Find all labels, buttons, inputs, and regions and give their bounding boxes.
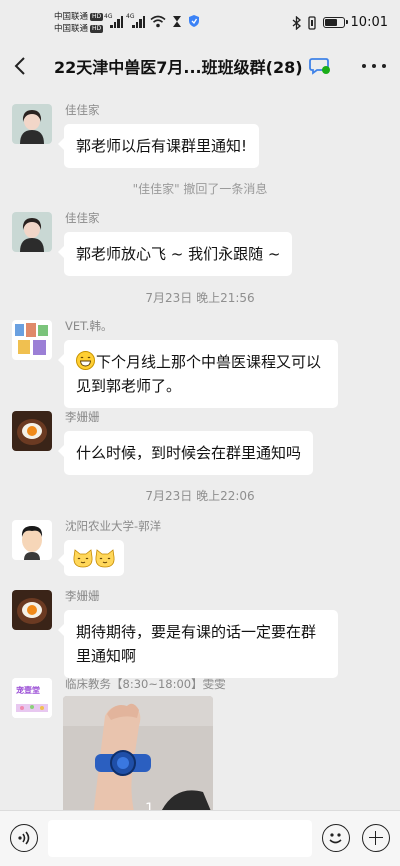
bluetooth-icon: [292, 15, 301, 30]
avatar[interactable]: [12, 320, 52, 360]
plus-button[interactable]: [362, 824, 390, 852]
avatar[interactable]: [12, 590, 52, 630]
sender-name: 沈阳农业大学-郭洋: [65, 519, 162, 533]
carrier-info: 中国联通 HD 中国联通 HD: [54, 11, 104, 35]
more-button[interactable]: [362, 56, 386, 76]
avatar-logo-text: 宠壹堂: [16, 686, 40, 695]
message-input[interactable]: [48, 820, 312, 857]
vibrate-icon: [307, 15, 316, 30]
photo-wrist-watch[interactable]: 1: [63, 696, 213, 810]
shield-icon: [189, 15, 199, 27]
message-bubble[interactable]: [58, 540, 124, 576]
sender-name: VET.韩。: [65, 319, 113, 333]
sender-name: 李姗姗: [65, 589, 100, 603]
emoji-button[interactable]: [322, 824, 350, 852]
avatar[interactable]: [12, 411, 52, 451]
message-bubble[interactable]: 郭老师以后有课群里通知!: [57, 124, 260, 168]
status-time: 10:01: [350, 15, 388, 30]
svg-text:1: 1: [145, 801, 154, 810]
cat-emoji-icon: [72, 548, 94, 567]
hd-tag: HD: [90, 25, 104, 33]
sender-name: 佳佳家: [65, 103, 100, 117]
avatar[interactable]: [12, 212, 52, 252]
voice-icon: [18, 831, 30, 845]
sender-name: 佳佳家: [65, 211, 100, 225]
battery-icon: [322, 17, 348, 28]
timestamp: 7月23日 晚上21:56: [145, 291, 255, 305]
hd-tag: HD: [90, 13, 104, 21]
signal-icon: 4G: [126, 13, 145, 28]
message-bubble[interactable]: 郭老师放心飞 ~ 我们永跟随 ~: [57, 232, 293, 276]
back-icon: [14, 57, 25, 75]
status-bar: 中国联通 HD 中国联通 HD 4G 4G 10:01: [0, 0, 400, 44]
avatar[interactable]: [12, 104, 52, 144]
timestamp: 7月23日 晚上22:06: [145, 489, 255, 503]
page-title: 22天津中兽医7月...班班级群(28): [54, 58, 303, 77]
sender-name: 李姗姗: [65, 410, 100, 424]
chat-badge-icon: [308, 58, 330, 75]
wifi-icon: [150, 15, 166, 28]
message-bubble[interactable]: 下个月线上那个中兽医课程又可以见到郭老师了。: [58, 340, 338, 408]
carrier-2: 中国联通: [54, 24, 89, 34]
avatar[interactable]: 宠壹堂: [12, 678, 52, 718]
emoji-icon: [329, 833, 342, 844]
message-bubble[interactable]: 什么时候，到时候会在群里通知吗: [57, 431, 314, 475]
signal-icon: 4G: [104, 13, 123, 28]
voice-button[interactable]: [10, 824, 38, 852]
message-text: 下个月线上那个中兽医课程又可以见到郭老师了。: [76, 353, 322, 395]
message-bubble[interactable]: 期待期待，要是有课的话一定要在群里通知啊: [58, 610, 338, 678]
input-bar: [0, 810, 400, 866]
carrier-1: 中国联通: [54, 12, 89, 22]
cat-emoji-icon: [94, 548, 116, 567]
avatar[interactable]: [12, 520, 52, 560]
grinning-face-emoji: [76, 351, 95, 370]
hourglass-icon: [173, 16, 181, 27]
back-button[interactable]: [0, 44, 40, 88]
chat-area: 佳佳家 郭老师以后有课群里通知! "佳佳家" 撤回了一条消息 佳佳家 郭老师放心…: [0, 88, 400, 810]
system-notice: "佳佳家" 撤回了一条消息: [132, 182, 268, 196]
sender-name: 临床教务【8:30~18:00】雯雯: [65, 677, 226, 691]
title-bar: 22天津中兽医7月...班班级群(28): [0, 44, 400, 88]
